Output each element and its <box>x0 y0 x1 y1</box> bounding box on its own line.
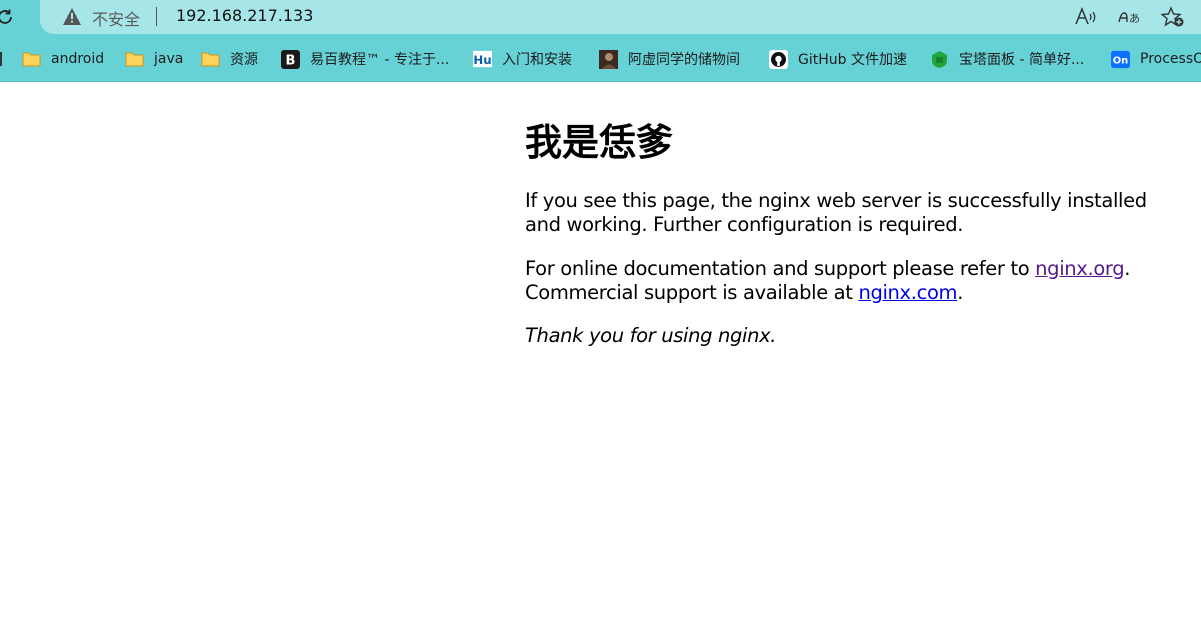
thanks-paragraph: Thank you for using nginx. <box>525 324 777 347</box>
bookmark-install[interactable]: Hu 入门和安装 <box>473 46 572 72</box>
svg-text:B: B <box>286 53 296 68</box>
bookmark-resources[interactable]: 资源 <box>201 46 258 72</box>
docs-text: For online documentation and support ple… <box>525 257 1036 280</box>
bookmark-processon[interactable]: On ProcessOn <box>1111 46 1201 72</box>
browser-chrome: 不安全 192.168.217.133 あ android java 资源 B … <box>0 0 1201 82</box>
bookmark-label: 入门和安装 <box>502 52 572 68</box>
hu-logo-icon: Hu <box>473 50 492 68</box>
address-bar[interactable]: 不安全 192.168.217.133 あ <box>40 0 1201 34</box>
add-favorite-icon[interactable] <box>1161 6 1185 28</box>
b-logo-icon: B <box>281 49 300 69</box>
bookmark-android[interactable]: android <box>22 46 104 72</box>
bookmark-label: GitHub 文件加速 <box>798 52 907 68</box>
bookmark-label: android <box>51 51 105 67</box>
bookmark-axu[interactable]: 阿虚同学的储物间 <box>599 46 740 72</box>
read-aloud-icon[interactable] <box>1074 6 1098 28</box>
bookmark-label: java <box>154 51 184 67</box>
github-icon <box>769 49 788 69</box>
bookmark-label: 易百教程™ - 专注于... <box>310 52 450 68</box>
commercial-period: . <box>957 281 964 304</box>
warning-icon[interactable] <box>62 7 82 26</box>
docs-period: . <box>1124 257 1131 280</box>
nginx-org-link[interactable]: nginx.org <box>1035 257 1124 280</box>
bookmark-label: ProcessOn <box>1140 51 1201 67</box>
intro-paragraph: If you see this page, the nginx web serv… <box>525 189 1147 236</box>
docs-paragraph: For online documentation and support ple… <box>525 257 1165 305</box>
bookmark-java[interactable]: java <box>125 46 183 72</box>
svg-text:Hu: Hu <box>473 53 491 67</box>
bookmark-baota[interactable]: 宝塔面板 - 简单好... <box>930 46 1084 72</box>
baota-icon <box>930 50 949 68</box>
folder-icon <box>201 51 220 68</box>
reload-icon[interactable] <box>0 6 16 28</box>
bookmark-yiibai[interactable]: B 易百教程™ - 专注于... <box>281 46 449 72</box>
folder-icon <box>125 51 144 68</box>
bookmark-label: 资源 <box>230 52 258 68</box>
translate-icon[interactable]: あ <box>1117 6 1141 28</box>
folder-icon <box>22 51 41 68</box>
url-text[interactable]: 192.168.217.133 <box>176 6 313 25</box>
svg-text:On: On <box>1113 55 1129 66</box>
address-separator <box>156 7 157 26</box>
bookmark-label: 阿虚同学的储物间 <box>628 52 740 68</box>
security-label[interactable]: 不安全 <box>92 6 140 30</box>
processon-icon: On <box>1111 50 1130 68</box>
commercial-text: Commercial support is available at <box>525 281 859 304</box>
bookmarks-bar: android java 资源 B 易百教程™ - 专注于... Hu 入门和安… <box>0 46 1201 72</box>
page-title: 我是恁爹 <box>525 121 673 164</box>
bookmark-label: 宝塔面板 - 简单好... <box>959 52 1085 68</box>
bookmark-github[interactable]: GitHub 文件加速 <box>769 46 907 72</box>
nginx-com-link[interactable]: nginx.com <box>858 281 957 304</box>
avatar-icon <box>599 49 618 69</box>
svg-text:あ: あ <box>1129 12 1140 25</box>
